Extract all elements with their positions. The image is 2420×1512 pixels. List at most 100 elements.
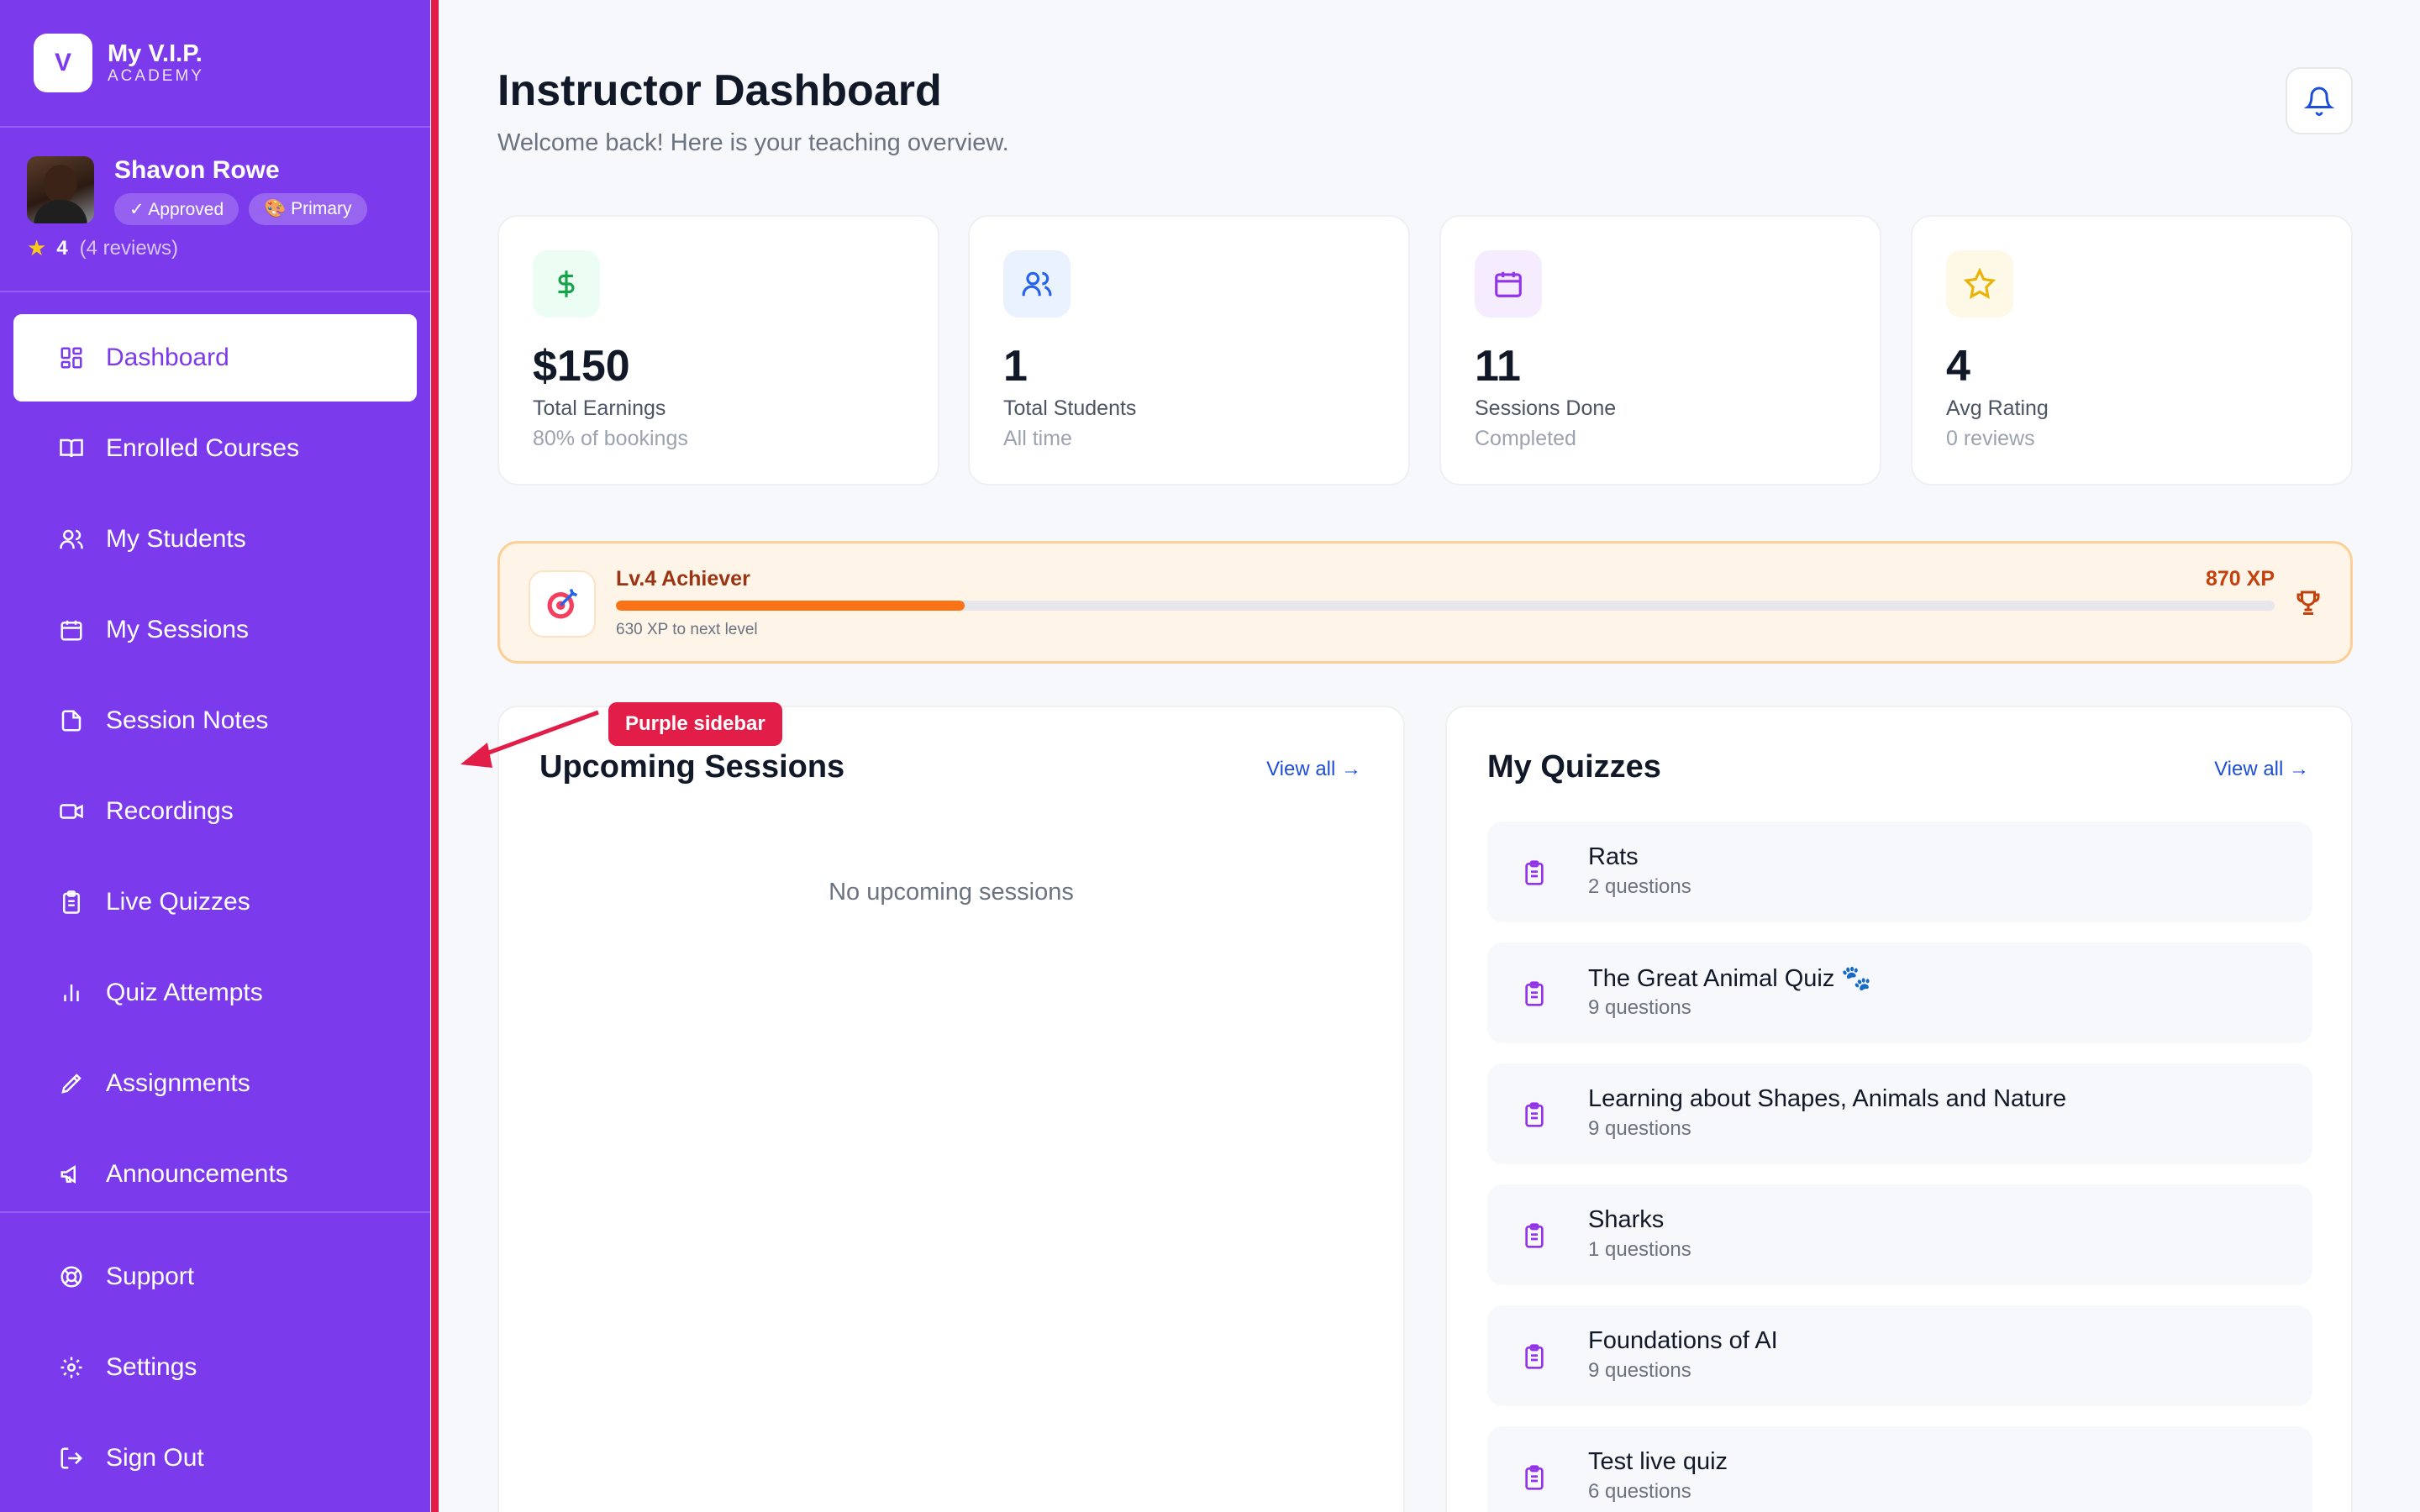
stat-label: Sessions Done xyxy=(1475,396,1617,420)
sidebar-item-live-quizzes[interactable]: Live Quizzes xyxy=(13,858,417,946)
list-item[interactable]: Test live quiz 6 questions xyxy=(1487,1426,2312,1512)
notifications-button[interactable] xyxy=(2286,67,2353,134)
quiz-question-count: 6 questions xyxy=(1588,1480,1691,1503)
stat-icon-wrap xyxy=(1946,250,2013,318)
level-icon-wrap xyxy=(529,570,596,638)
brand-subtitle: ACADEMY xyxy=(108,67,204,85)
stat-value: 11 xyxy=(1475,342,1521,391)
quiz-title: Foundations of AI xyxy=(1588,1327,1778,1354)
users-icon xyxy=(1022,271,1052,297)
clipboard-icon xyxy=(1525,1344,1544,1369)
list-item[interactable]: Rats 2 questions xyxy=(1487,822,2312,922)
xp-level-card: Lv.4 Achiever 870 XP 630 XP to next leve… xyxy=(497,541,2353,664)
list-item[interactable]: Foundations of AI 9 questions xyxy=(1487,1305,2312,1406)
quiz-title: Rats xyxy=(1588,843,1639,870)
stat-value: 4 xyxy=(1946,342,1970,391)
lifebuoy-icon xyxy=(60,1266,82,1288)
stat-card-sessions: 11 Sessions Done Completed xyxy=(1439,215,1881,486)
annotation-arrow xyxy=(460,710,599,768)
brand[interactable]: V My V.I.P. ACADEMY xyxy=(34,34,204,92)
star-icon: ★ xyxy=(27,235,47,260)
sidebar-item-session-notes[interactable]: Session Notes xyxy=(13,677,417,764)
profile-name: Shavon Rowe xyxy=(114,156,280,184)
level-name: Lv.4 Achiever xyxy=(616,567,750,591)
video-icon xyxy=(60,804,83,819)
quiz-question-count: 2 questions xyxy=(1588,875,1691,898)
brand-name: My V.I.P. xyxy=(108,40,203,67)
stat-value: 1 xyxy=(1003,342,1028,391)
rating-value: 4 xyxy=(56,236,68,260)
stat-value: $150 xyxy=(533,342,630,391)
quiz-question-count: 1 questions xyxy=(1588,1238,1691,1261)
quiz-title: Test live quiz xyxy=(1588,1448,1728,1475)
list-item[interactable]: Learning about Shapes, Animals and Natur… xyxy=(1487,1063,2312,1164)
stat-sublabel: All time xyxy=(1003,427,1072,450)
sidebar-item-sign-out[interactable]: Sign Out xyxy=(13,1415,417,1502)
users-icon xyxy=(60,529,83,549)
sidebar-item-support[interactable]: Support xyxy=(13,1233,417,1320)
sidebar-item-label: Announcements xyxy=(106,1160,288,1188)
sessions-view-all-link[interactable]: View all → xyxy=(1266,758,1361,781)
sidebar-item-enrolled-courses[interactable]: Enrolled Courses xyxy=(13,405,417,492)
sidebar-item-dashboard[interactable]: Dashboard xyxy=(13,314,417,402)
stat-icon-wrap xyxy=(1475,250,1542,318)
clipboard-icon xyxy=(1525,1465,1544,1490)
star-icon xyxy=(1964,268,1996,300)
empty-state-text: No upcoming sessions xyxy=(829,879,1074,906)
clipboard-icon xyxy=(63,890,80,914)
sidebar-item-quiz-attempts[interactable]: Quiz Attempts xyxy=(13,949,417,1037)
sidebar-nav: Dashboard Enrolled Courses My Students M… xyxy=(13,314,417,1221)
gear-icon xyxy=(60,1357,82,1378)
dollar-icon xyxy=(558,270,575,297)
level-xp: 870 XP xyxy=(2205,567,2275,591)
pen-icon xyxy=(61,1074,82,1094)
annotation-label: Purple sidebar xyxy=(608,702,782,746)
note-icon xyxy=(61,710,82,732)
clipboard-icon xyxy=(1525,1223,1544,1248)
sidebar-item-assignments[interactable]: Assignments xyxy=(13,1040,417,1127)
quiz-title: The Great Animal Quiz 🐾 xyxy=(1588,965,1872,992)
xp-progress-bar xyxy=(616,601,2275,611)
stat-icon-wrap xyxy=(1003,250,1071,318)
sidebar-item-settings[interactable]: Settings xyxy=(13,1324,417,1411)
sidebar-divider xyxy=(0,126,430,128)
sidebar-divider xyxy=(0,291,430,292)
stat-sublabel: 0 reviews xyxy=(1946,427,2035,450)
stat-card-students: 1 Total Students All time xyxy=(968,215,1410,486)
sidebar-bottom-nav: Support Settings Sign Out xyxy=(13,1233,417,1505)
sidebar-item-announcements[interactable]: Announcements xyxy=(13,1131,417,1218)
stat-icon-wrap xyxy=(533,250,600,318)
sidebar-item-label: Dashboard xyxy=(106,344,229,371)
sidebar-item-recordings[interactable]: Recordings xyxy=(13,768,417,855)
stat-card-earnings: $150 Total Earnings 80% of bookings xyxy=(497,215,939,486)
clipboard-icon xyxy=(1525,1102,1544,1127)
profile-rating: ★ 4 (4 reviews) xyxy=(27,235,178,261)
list-item[interactable]: Sharks 1 questions xyxy=(1487,1184,2312,1285)
page-subtitle: Welcome back! Here is your teaching over… xyxy=(497,129,1009,156)
sidebar-item-my-students[interactable]: My Students xyxy=(13,496,417,583)
quiz-question-count: 9 questions xyxy=(1588,1117,1691,1140)
rating-reviews: (4 reviews) xyxy=(79,236,179,260)
clipboard-icon xyxy=(1525,860,1544,885)
clipboard-icon xyxy=(1525,981,1544,1006)
quiz-question-count: 9 questions xyxy=(1588,1359,1691,1382)
calendar-icon xyxy=(1495,271,1522,297)
sidebar-highlight-outline xyxy=(431,0,439,1512)
dashboard-icon xyxy=(60,347,82,369)
brand-logo: V xyxy=(34,34,92,92)
sidebar-divider xyxy=(0,1211,430,1213)
upcoming-sessions-panel: Upcoming Sessions View all → No upcoming… xyxy=(497,706,1405,1512)
page-title: Instructor Dashboard xyxy=(497,66,942,115)
sidebar-item-label: Assignments xyxy=(106,1069,250,1097)
quiz-title: Sharks xyxy=(1588,1206,1665,1233)
list-item[interactable]: The Great Animal Quiz 🐾 9 questions xyxy=(1487,942,2312,1043)
calendar-icon xyxy=(60,620,82,641)
quizzes-view-all-link[interactable]: View all → xyxy=(2214,758,2309,781)
sidebar-item-my-sessions[interactable]: My Sessions xyxy=(13,586,417,674)
stat-label: Total Earnings xyxy=(533,396,666,420)
sidebar-item-label: Recordings xyxy=(106,797,234,825)
stat-sublabel: Completed xyxy=(1475,427,1576,450)
stat-label: Avg Rating xyxy=(1946,396,2049,420)
quiz-title: Learning about Shapes, Animals and Natur… xyxy=(1588,1085,2067,1112)
avatar[interactable] xyxy=(27,156,94,223)
